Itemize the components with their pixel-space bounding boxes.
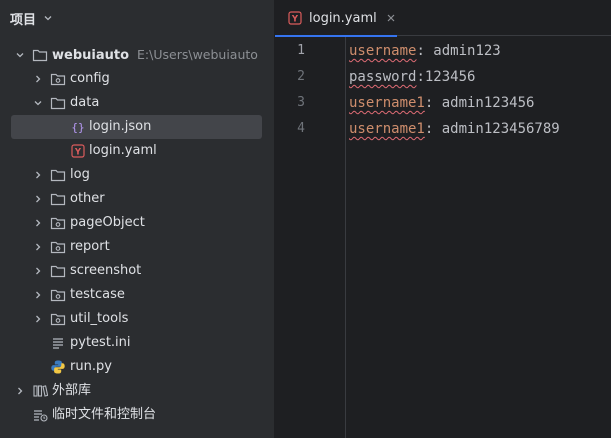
tree-item-other[interactable]: other (0, 187, 274, 211)
svg-text:Y: Y (74, 148, 82, 158)
tree-item-login-yaml[interactable]: Y login.yaml (0, 139, 274, 163)
line-number: 2 (297, 69, 305, 84)
package-folder-icon (50, 71, 66, 87)
tree-item-label: data (70, 95, 100, 110)
chevron-down-icon[interactable] (14, 49, 26, 61)
package-folder-icon (50, 215, 66, 231)
yaml-separator: : (424, 121, 442, 137)
yaml-separator: : (416, 69, 425, 85)
chevron-right-icon[interactable] (14, 385, 26, 397)
tree-item-label: pageObject (70, 215, 145, 230)
line-number: 1 (297, 43, 305, 58)
tree-item-label: report (70, 239, 110, 254)
code-line[interactable]: password:123456 (349, 64, 475, 90)
yaml-key: password (349, 69, 417, 85)
tree-item-testcase[interactable]: testcase (0, 283, 274, 307)
tree-item-data[interactable]: data (0, 91, 274, 115)
tree-item-log[interactable]: log (0, 163, 274, 187)
tree-item-pytest-ini[interactable]: pytest.ini (0, 331, 274, 355)
editor-tab-bar: Y login.yaml (275, 0, 611, 37)
yaml-value: 123456 (424, 69, 476, 85)
line-number: 4 (297, 121, 305, 136)
package-folder-icon (50, 239, 66, 255)
yaml-value: admin123 (433, 43, 501, 59)
tree-item-login-json[interactable]: {} login.json (11, 115, 262, 139)
project-path-hint: E:\Users\webuiauto (137, 46, 258, 62)
code-line[interactable]: username: admin123 (349, 38, 501, 64)
chevron-right-icon[interactable] (32, 241, 44, 253)
chevron-down-icon[interactable] (32, 97, 44, 109)
yaml-key: username (349, 43, 417, 59)
tree-item-report[interactable]: report (0, 235, 274, 259)
project-panel: 项目 webuiauto E:\Users\webuiauto config d… (0, 0, 275, 438)
folder-icon (50, 95, 66, 111)
svg-text:{}: {} (71, 121, 84, 134)
tree-item-label: config (70, 71, 110, 86)
yaml-value: admin123456789 (441, 121, 560, 137)
tree-item-pageobject[interactable]: pageObject (0, 211, 274, 235)
project-panel-title: 项目 (10, 12, 37, 28)
tree-item-label: 外部库 (52, 383, 92, 398)
tab-title: login.yaml (309, 10, 377, 26)
tree-item-config[interactable]: config (0, 67, 274, 91)
tree-item-label: util_tools (70, 311, 129, 326)
tree-item-label: testcase (70, 287, 125, 302)
chevron-right-icon[interactable] (32, 193, 44, 205)
folder-icon (32, 47, 48, 63)
svg-text:Y: Y (291, 15, 299, 25)
tree-item-label: pytest.ini (70, 335, 131, 350)
chevron-right-icon[interactable] (32, 217, 44, 229)
python-file-icon (50, 359, 66, 375)
folder-icon (50, 191, 66, 207)
tree-item-label: log (70, 167, 90, 182)
line-number-gutter: 1 2 3 4 (275, 37, 346, 438)
yaml-file-icon: Y (70, 143, 86, 159)
tree-item-label: other (70, 191, 105, 206)
chevron-right-icon[interactable] (32, 289, 44, 301)
tree-item-label: login.json (89, 119, 152, 134)
chevron-right-icon[interactable] (32, 169, 44, 181)
folder-icon (50, 167, 66, 183)
code-line[interactable]: username1: admin123456789 (349, 116, 560, 142)
chevron-right-icon[interactable] (32, 313, 44, 325)
tree-item-util-tools[interactable]: util_tools (0, 307, 274, 331)
library-icon (32, 383, 48, 399)
tree-item-label: login.yaml (89, 143, 157, 158)
tab-login-yaml[interactable]: Y login.yaml (275, 0, 397, 37)
chevron-down-icon[interactable] (42, 12, 54, 24)
package-folder-icon (50, 287, 66, 303)
line-number: 3 (297, 95, 305, 110)
yaml-file-icon: Y (288, 11, 302, 25)
text-file-icon (50, 335, 66, 351)
tree-item-label: screenshot (70, 263, 142, 278)
folder-icon (50, 263, 66, 279)
tree-item-run-py[interactable]: run.py (0, 355, 274, 379)
yaml-separator: : (424, 95, 442, 111)
tree-item-label: 临时文件和控制台 (52, 407, 157, 422)
close-icon[interactable] (386, 12, 397, 24)
tree-item-external-libraries[interactable]: 外部库 (0, 379, 274, 403)
code-line[interactable]: username1: admin123456 (349, 90, 534, 116)
yaml-key: username1 (349, 121, 425, 137)
yaml-key: username1 (349, 95, 425, 111)
tree-item-webuiauto[interactable]: webuiauto E:\Users\webuiauto (0, 43, 274, 67)
json-file-icon: {} (70, 119, 86, 135)
yaml-separator: : (416, 43, 434, 59)
tree-item-label: webuiauto (52, 47, 130, 63)
chevron-right-icon[interactable] (32, 73, 44, 85)
scratches-icon (32, 407, 48, 423)
project-panel-header[interactable]: 项目 (0, 0, 274, 36)
yaml-value: admin123456 (441, 95, 535, 111)
tree-item-scratches-consoles[interactable]: 临时文件和控制台 (0, 403, 274, 427)
tree-item-label: run.py (70, 359, 112, 374)
tree-item-screenshot[interactable]: screenshot (0, 259, 274, 283)
package-folder-icon (50, 311, 66, 327)
editor-area: Y login.yaml 1 2 3 4 username: admin123 … (275, 0, 611, 438)
chevron-right-icon[interactable] (32, 265, 44, 277)
